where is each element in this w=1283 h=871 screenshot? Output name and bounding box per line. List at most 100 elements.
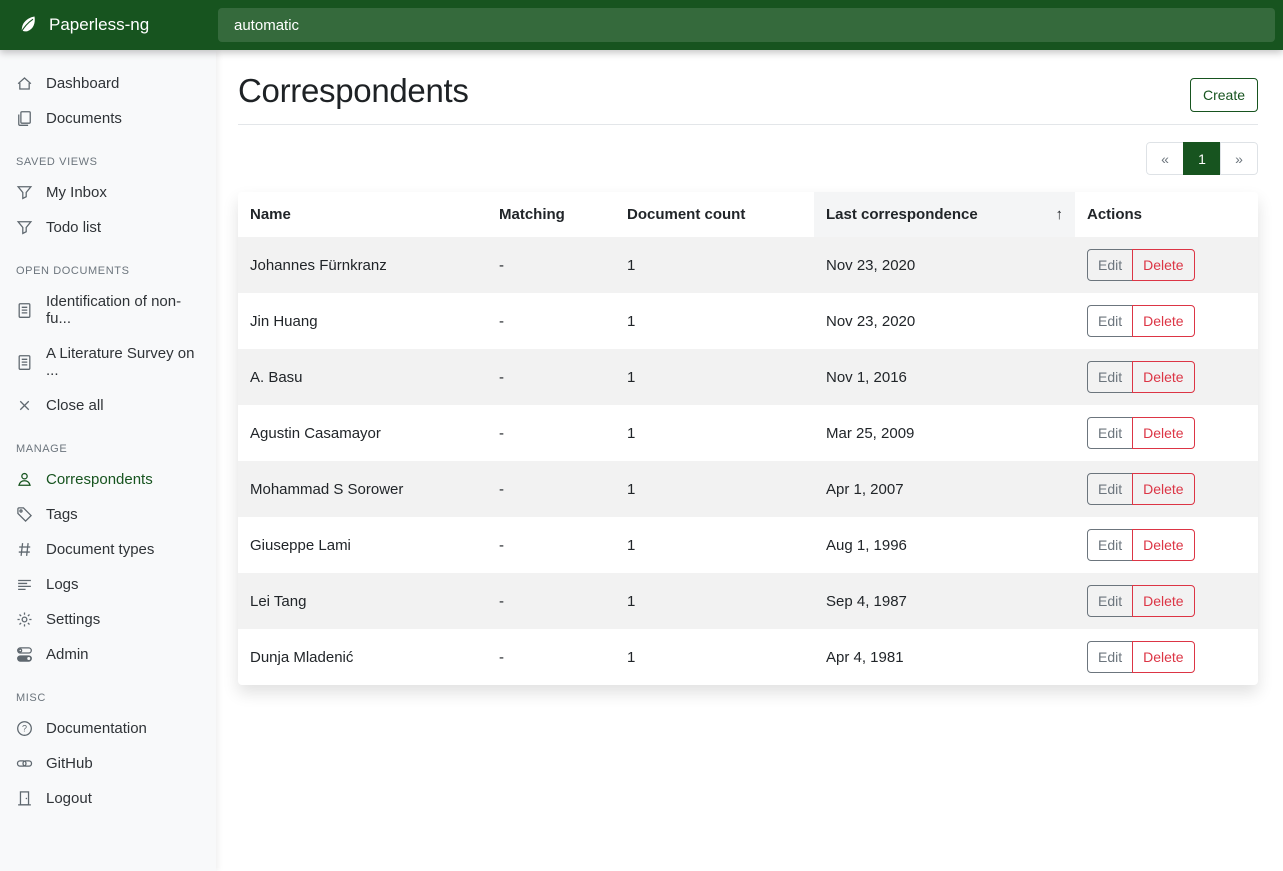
gear-icon [16, 611, 33, 628]
delete-button[interactable]: Delete [1132, 361, 1194, 393]
sidebar-item-tags[interactable]: Tags [0, 497, 216, 532]
document-count-value: 1 [615, 573, 814, 629]
page-title: Correspondents [238, 72, 469, 110]
delete-button[interactable]: Delete [1132, 417, 1194, 449]
table-row: A. Basu - 1 Nov 1, 2016 EditDelete [238, 349, 1258, 405]
sidebar-item-dashboard[interactable]: Dashboard [0, 66, 216, 101]
last-correspondence-value: Mar 25, 2009 [814, 405, 1075, 461]
table-row: Agustin Casamayor - 1 Mar 25, 2009 EditD… [238, 405, 1258, 461]
pagination-page-1[interactable]: 1 [1183, 142, 1221, 175]
edit-button[interactable]: Edit [1087, 585, 1133, 617]
matching-value: - [487, 349, 615, 405]
sidebar-item-my-inbox[interactable]: My Inbox [0, 175, 216, 210]
sidebar-item-settings[interactable]: Settings [0, 602, 216, 637]
edit-button[interactable]: Edit [1087, 529, 1133, 561]
document-count-value: 1 [615, 237, 814, 293]
correspondent-name: Johannes Fürnkranz [238, 237, 487, 293]
pagination-next-button[interactable]: » [1220, 142, 1258, 175]
column-header-matching[interactable]: Matching [487, 192, 615, 237]
sidebar-item-label: Documentation [46, 720, 147, 737]
person-icon [16, 471, 33, 488]
sidebar-item-open-document-1[interactable]: Identification of non-fu... [0, 284, 216, 336]
table-row: Lei Tang - 1 Sep 4, 1987 EditDelete [238, 573, 1258, 629]
document-count-value: 1 [615, 629, 814, 685]
document-count-value: 1 [615, 349, 814, 405]
pagination: « 1 » [238, 142, 1258, 175]
sidebar-item-label: Logout [46, 790, 92, 807]
edit-button[interactable]: Edit [1087, 305, 1133, 337]
top-navbar: Paperless-ng [0, 0, 1283, 50]
correspondents-table: Name Matching Document count Last corres… [238, 192, 1258, 685]
edit-button[interactable]: Edit [1087, 417, 1133, 449]
app-title: Paperless-ng [49, 15, 149, 35]
correspondent-name: Dunja Mladenić [238, 629, 487, 685]
document-count-value: 1 [615, 293, 814, 349]
sidebar-item-documents[interactable]: Documents [0, 101, 216, 136]
delete-button[interactable]: Delete [1132, 585, 1194, 617]
correspondent-name: Jin Huang [238, 293, 487, 349]
pagination-prev-button[interactable]: « [1146, 142, 1184, 175]
search-input[interactable] [218, 8, 1275, 42]
correspondent-name: Mohammad S Sorower [238, 461, 487, 517]
sidebar: Dashboard Documents SAVED VIEWS My Inbox… [0, 50, 216, 871]
column-header-last-correspondence[interactable]: Last correspondence ↑ [814, 192, 1075, 237]
sidebar-section-title: SAVED VIEWS [16, 156, 200, 168]
sidebar-item-github[interactable]: GitHub [0, 746, 216, 781]
edit-button[interactable]: Edit [1087, 641, 1133, 673]
app-brand[interactable]: Paperless-ng [0, 14, 216, 36]
main-content: Correspondents Create « 1 » Name Matchin… [216, 50, 1283, 871]
paperless-leaf-icon [16, 14, 38, 36]
edit-button[interactable]: Edit [1087, 473, 1133, 505]
sidebar-item-close-all[interactable]: Close all [0, 388, 216, 423]
sidebar-item-label: Document types [46, 541, 154, 558]
table-row: Johannes Fürnkranz - 1 Nov 23, 2020 Edit… [238, 237, 1258, 293]
link-icon [16, 755, 33, 772]
delete-button[interactable]: Delete [1132, 305, 1194, 337]
sidebar-item-admin[interactable]: Admin [0, 637, 216, 672]
document-count-value: 1 [615, 517, 814, 573]
matching-value: - [487, 293, 615, 349]
sidebar-item-label: Documents [46, 110, 122, 127]
delete-button[interactable]: Delete [1132, 249, 1194, 281]
matching-value: - [487, 573, 615, 629]
sidebar-item-label: Admin [46, 646, 89, 663]
last-correspondence-value: Aug 1, 1996 [814, 517, 1075, 573]
edit-button[interactable]: Edit [1087, 249, 1133, 281]
create-button[interactable]: Create [1190, 78, 1258, 112]
sidebar-item-label: Close all [46, 397, 104, 414]
sidebar-item-logout[interactable]: Logout [0, 781, 216, 816]
lines-icon [16, 576, 33, 593]
sidebar-section-title: MANAGE [16, 443, 200, 455]
correspondent-name: Lei Tang [238, 573, 487, 629]
file-text-icon [16, 302, 33, 319]
table-row: Jin Huang - 1 Nov 23, 2020 EditDelete [238, 293, 1258, 349]
sidebar-item-label: A Literature Survey on ... [46, 345, 200, 379]
sidebar-item-document-types[interactable]: Document types [0, 532, 216, 567]
hash-icon [16, 541, 33, 558]
tag-icon [16, 506, 33, 523]
funnel-icon [16, 184, 33, 201]
sidebar-item-logs[interactable]: Logs [0, 567, 216, 602]
sidebar-item-todo-list[interactable]: Todo list [0, 210, 216, 245]
column-header-name[interactable]: Name [238, 192, 487, 237]
correspondent-name: A. Basu [238, 349, 487, 405]
matching-value: - [487, 629, 615, 685]
column-header-document-count[interactable]: Document count [615, 192, 814, 237]
svg-text:?: ? [22, 724, 27, 734]
sidebar-item-label: GitHub [46, 755, 93, 772]
delete-button[interactable]: Delete [1132, 641, 1194, 673]
matching-value: - [487, 461, 615, 517]
delete-button[interactable]: Delete [1132, 529, 1194, 561]
door-icon [16, 790, 33, 807]
question-icon: ? [16, 720, 33, 737]
sidebar-item-open-document-2[interactable]: A Literature Survey on ... [0, 336, 216, 388]
sidebar-item-correspondents[interactable]: Correspondents [0, 462, 216, 497]
last-correspondence-value: Sep 4, 1987 [814, 573, 1075, 629]
sidebar-item-documentation[interactable]: ? Documentation [0, 711, 216, 746]
sidebar-item-label: Identification of non-fu... [46, 293, 200, 327]
funnel-icon [16, 219, 33, 236]
sidebar-item-label: Settings [46, 611, 100, 628]
edit-button[interactable]: Edit [1087, 361, 1133, 393]
last-correspondence-value: Nov 1, 2016 [814, 349, 1075, 405]
delete-button[interactable]: Delete [1132, 473, 1194, 505]
